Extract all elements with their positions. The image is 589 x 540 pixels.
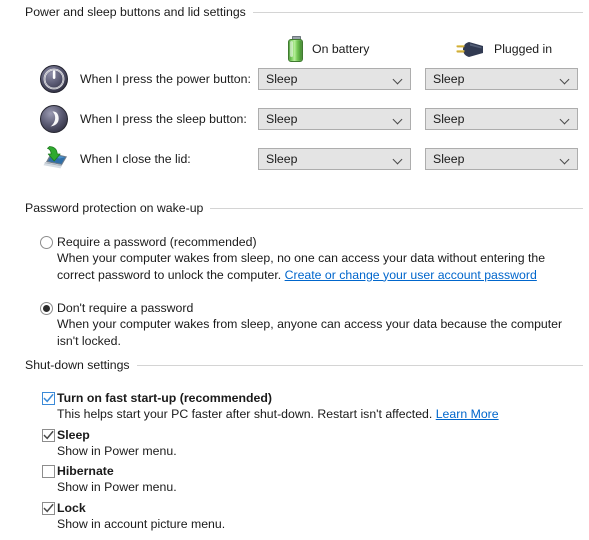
setting-row: When I press the sleep button: Sleep Sle… bbox=[0, 99, 589, 139]
power-button-plugged-in-dropdown[interactable]: Sleep bbox=[425, 68, 578, 90]
power-button-icon bbox=[38, 63, 70, 95]
chevron-down-icon bbox=[393, 154, 404, 165]
close-lid-plugged-in-dropdown[interactable]: Sleep bbox=[425, 148, 578, 170]
learn-more-link[interactable]: Learn More bbox=[436, 407, 499, 421]
checkbox-option-sleep[interactable]: Sleep Show in Power menu. bbox=[0, 427, 589, 460]
checkbox-option-lock[interactable]: Lock Show in account picture menu. bbox=[0, 500, 589, 533]
close-lid-on-battery-dropdown[interactable]: Sleep bbox=[258, 148, 411, 170]
dropdown-value: Sleep bbox=[266, 152, 298, 166]
checkbox-sleep-description: Show in Power menu. bbox=[57, 443, 177, 458]
chevron-down-icon bbox=[560, 114, 571, 125]
column-header-plugged-in-label: Plugged in bbox=[494, 42, 553, 56]
setting-row: When I close the lid: Sleep Sleep bbox=[0, 139, 589, 179]
checkbox-hibernate-label: Hibernate bbox=[57, 464, 114, 478]
radio-dont-require-password[interactable] bbox=[40, 302, 53, 315]
sleep-button-icon bbox=[38, 103, 70, 135]
radio-require-password-label: Require a password (recommended) bbox=[57, 235, 257, 249]
checkbox-hibernate[interactable] bbox=[42, 465, 55, 478]
checkbox-fast-startup-label: Turn on fast start-up (recommended) bbox=[57, 391, 272, 405]
radio-option-require-password[interactable]: Require a password (recommended) When yo… bbox=[0, 234, 589, 283]
dropdown-value: Sleep bbox=[266, 72, 298, 86]
setting-row: When I press the power button: Sleep Sle… bbox=[0, 59, 589, 99]
column-header-on-battery-label: On battery bbox=[312, 42, 370, 56]
checkbox-hibernate-description: Show in Power menu. bbox=[57, 480, 177, 494]
chevron-down-icon bbox=[560, 74, 571, 85]
power-plug-icon bbox=[455, 39, 485, 59]
header-rule bbox=[136, 364, 583, 366]
shutdown-section-header: Shut-down settings bbox=[0, 358, 589, 372]
password-section-header: Password protection on wake-up bbox=[0, 201, 589, 215]
radio-require-password-description: When your computer wakes from sleep, no … bbox=[57, 250, 577, 283]
password-protection-section: Password protection on wake-up Require a… bbox=[0, 201, 589, 349]
checkbox-option-hibernate[interactable]: Hibernate Show in Power menu. bbox=[0, 463, 589, 496]
shutdown-settings-section: Shut-down settings Turn on fast start-up… bbox=[0, 358, 589, 532]
dropdown-value: Sleep bbox=[266, 112, 298, 126]
checkbox-sleep-label: Sleep bbox=[57, 427, 90, 442]
checkbox-sleep[interactable] bbox=[42, 428, 55, 442]
header-rule bbox=[210, 207, 583, 209]
sleep-button-plugged-in-dropdown[interactable]: Sleep bbox=[425, 108, 578, 130]
shutdown-section-header-label: Shut-down settings bbox=[25, 358, 130, 372]
sleep-button-row-label: When I press the sleep button: bbox=[80, 112, 247, 126]
radio-option-dont-require-password[interactable]: Don't require a password When your compu… bbox=[0, 300, 589, 349]
checkbox-lock-label: Lock bbox=[57, 500, 86, 515]
radio-require-password[interactable] bbox=[40, 236, 53, 249]
create-or-change-password-link[interactable]: Create or change your user account passw… bbox=[285, 268, 537, 282]
column-headers: On battery Plugged in bbox=[0, 19, 589, 62]
dropdown-value: Sleep bbox=[433, 152, 465, 166]
checkbox-fast-startup[interactable] bbox=[42, 392, 55, 405]
dropdown-value: Sleep bbox=[433, 72, 465, 86]
header-rule bbox=[252, 11, 583, 13]
chevron-down-icon bbox=[393, 74, 404, 85]
checkbox-option-fast-startup[interactable]: Turn on fast start-up (recommended) This… bbox=[0, 390, 589, 423]
chevron-down-icon bbox=[560, 154, 571, 165]
power-section-header-label: Power and sleep buttons and lid settings bbox=[25, 5, 246, 19]
power-button-on-battery-dropdown[interactable]: Sleep bbox=[258, 68, 411, 90]
power-and-sleep-section: Power and sleep buttons and lid settings… bbox=[0, 5, 589, 179]
chevron-down-icon bbox=[393, 114, 404, 125]
column-header-plugged-in: Plugged in bbox=[455, 39, 552, 59]
checkbox-lock-description: Show in account picture menu. bbox=[57, 516, 226, 531]
dropdown-value: Sleep bbox=[433, 112, 465, 126]
close-lid-icon bbox=[38, 143, 70, 175]
checkbox-fast-startup-description: This helps start your PC faster after sh… bbox=[57, 406, 577, 423]
power-section-header: Power and sleep buttons and lid settings bbox=[0, 5, 589, 19]
checkbox-lock[interactable] bbox=[42, 501, 55, 515]
description-text: This helps start your PC faster after sh… bbox=[57, 407, 436, 421]
radio-dont-require-password-label: Don't require a password bbox=[57, 301, 194, 315]
password-section-header-label: Password protection on wake-up bbox=[25, 201, 204, 215]
radio-dont-require-password-description: When your computer wakes from sleep, any… bbox=[57, 317, 563, 348]
power-button-row-label: When I press the power button: bbox=[80, 72, 251, 86]
sleep-button-on-battery-dropdown[interactable]: Sleep bbox=[258, 108, 411, 130]
close-lid-row-label: When I close the lid: bbox=[80, 152, 191, 166]
